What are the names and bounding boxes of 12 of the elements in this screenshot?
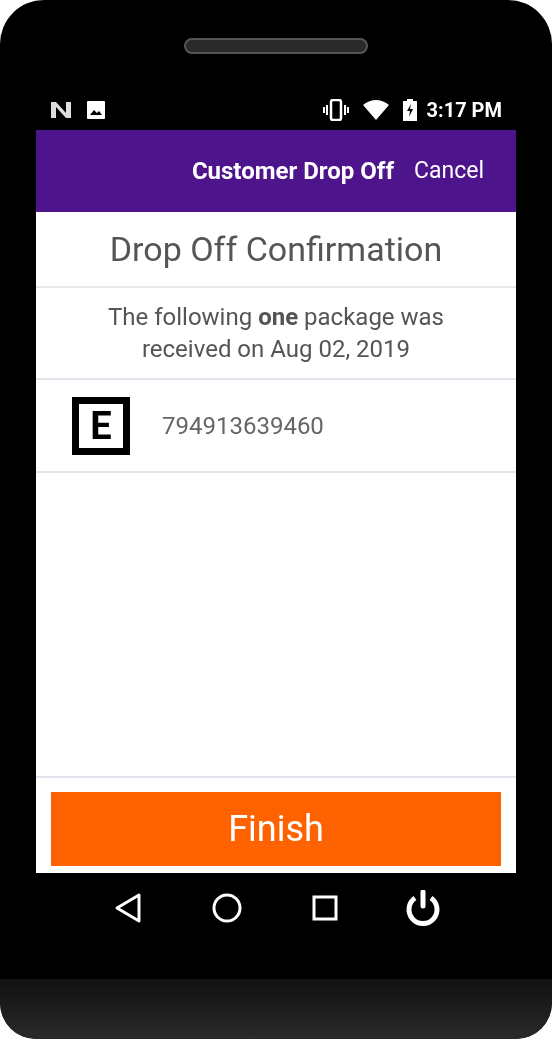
status-time: 3:17 PM — [426, 97, 502, 124]
tracking-number: 794913639460 — [162, 410, 324, 442]
n-logo-icon — [50, 101, 72, 119]
page-heading: Drop Off Confirmation — [109, 227, 443, 271]
cancel-button[interactable]: Cancel — [414, 153, 484, 189]
vibrate-icon — [322, 99, 349, 121]
image-icon — [86, 100, 106, 120]
received-message: The following one package was received on Aug 02, 2019 — [106, 302, 445, 365]
battery-icon — [402, 99, 417, 121]
wifi-icon — [362, 100, 389, 120]
package-badge: E — [72, 396, 130, 455]
app-bar-title: Customer Drop Off — [191, 156, 394, 187]
